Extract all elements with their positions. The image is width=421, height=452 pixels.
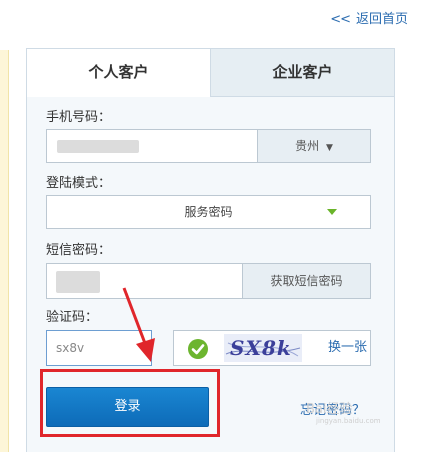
tab-enterprise[interactable]: 企业客户 <box>211 49 394 97</box>
login-mode-label: 登陆模式： <box>46 176 112 191</box>
sms-label: 短信密码： <box>46 243 112 258</box>
watermark-text: Bai经验 <box>306 402 353 417</box>
check-icon <box>188 339 208 359</box>
captcha-label: 验证码： <box>46 310 99 325</box>
triangle-down-icon: ▼ <box>325 143 333 153</box>
captcha-text: SX8k <box>230 336 292 360</box>
captcha-image[interactable]: SX8k <box>224 334 302 362</box>
customer-tabs: 个人客户 企业客户 <box>27 49 394 97</box>
refresh-captcha-link[interactable]: 换一张 <box>328 331 367 365</box>
tab-personal[interactable]: 个人客户 <box>27 49 211 97</box>
phone-input[interactable] <box>46 129 258 163</box>
redacted-sms <box>56 271 100 293</box>
watermark: Bai经验 jingyan.baidu.com <box>306 398 381 425</box>
phone-label: 手机号码： <box>46 110 112 125</box>
back-arrow-icon: << <box>330 12 351 27</box>
region-label: 贵州 <box>295 139 320 153</box>
highlight-box <box>40 369 220 437</box>
left-side-strip <box>0 50 9 452</box>
region-select[interactable]: 贵州 ▼ <box>257 129 371 163</box>
watermark-url: jingyan.baidu.com <box>316 417 381 425</box>
login-mode-select[interactable]: 服务密码 <box>46 195 371 229</box>
login-mode-value: 服务密码 <box>184 205 233 219</box>
dropdown-arrow-icon <box>327 209 337 215</box>
annotation-arrow-icon <box>122 287 155 362</box>
get-sms-button[interactable]: 获取短信密码 <box>242 263 371 299</box>
back-home-label: 返回首页 <box>355 12 408 27</box>
redacted-phone <box>57 140 139 153</box>
back-home-link[interactable]: << 返回首页 <box>330 8 408 27</box>
captcha-box: SX8k 换一张 <box>173 330 371 366</box>
